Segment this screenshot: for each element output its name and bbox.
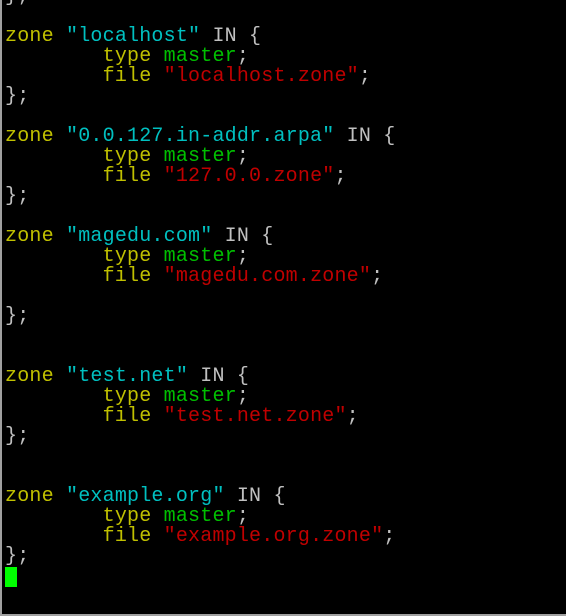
code-line: type master; <box>102 45 250 68</box>
file-keyword: file <box>102 405 152 428</box>
code-line: zone "example.org" IN { <box>5 487 395 507</box>
file-value: "localhost.zone" <box>163 65 359 88</box>
code-line: file "localhost.zone"; <box>102 65 372 88</box>
code-line: }; <box>5 187 395 207</box>
file-value: "127.0.0.zone" <box>163 165 335 188</box>
closing-brace: }; <box>5 305 30 328</box>
code-line: zone "0.0.127.in-addr.arpa" IN { <box>5 127 395 147</box>
code-line: file "magedu.com.zone"; <box>102 265 384 288</box>
closing-brace: }; <box>5 0 29 8</box>
code-line: zone "localhost" IN { <box>5 27 395 47</box>
closing-brace: }; <box>5 425 30 448</box>
code-line: }; <box>5 427 395 447</box>
code-line: }; <box>5 307 395 327</box>
file-keyword: file <box>102 165 152 188</box>
code-line: }; <box>5 87 395 107</box>
zone-class: IN { <box>334 125 396 148</box>
code-line: }; <box>5 0 395 7</box>
code-line: type master; <box>102 245 250 268</box>
code-line: file "test.net.zone"; <box>102 405 359 428</box>
code-line <box>5 567 395 587</box>
code-line: type master; <box>102 145 250 168</box>
code-line: zone "magedu.com" IN { <box>5 227 395 247</box>
code-line: }; <box>5 547 395 567</box>
file-value: "test.net.zone" <box>163 405 347 428</box>
terminal-window[interactable]: }; zone "localhost" IN { type master; fil… <box>0 0 566 616</box>
closing-brace: }; <box>5 545 30 568</box>
closing-brace: }; <box>5 185 30 208</box>
text-cursor <box>5 567 17 587</box>
file-keyword: file <box>102 265 152 288</box>
closing-brace: }; <box>5 85 30 108</box>
file-value: "magedu.com.zone" <box>163 265 372 288</box>
code-line: file "example.org.zone"; <box>102 525 396 548</box>
file-keyword: file <box>102 525 152 548</box>
code-line: type master; <box>102 505 250 528</box>
code-line: zone "test.net" IN { <box>5 367 395 387</box>
editor-buffer[interactable]: }; zone "localhost" IN { type master; fil… <box>5 0 395 587</box>
file-value: "example.org.zone" <box>163 525 384 548</box>
code-line: file "127.0.0.zone"; <box>102 165 347 188</box>
file-keyword: file <box>102 65 152 88</box>
code-line: type master; <box>102 385 250 408</box>
